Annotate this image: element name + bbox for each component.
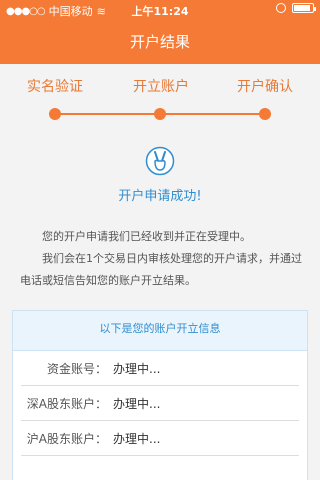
info-row-shanghai-a: 沪A股东账户： 办理中... [21, 421, 299, 456]
step-progress: 实名验证 开立账户 开户确认 [0, 64, 320, 134]
info-row-partial [21, 456, 299, 480]
info-row-shenzhen-a: 深A股东账户： 办理中... [21, 386, 299, 421]
victory-hand-icon [145, 146, 175, 176]
step-label-confirm: 开户确认 [237, 79, 293, 95]
status-bar: ●●●○○ 中国移动 ≋ 上午11:24 [0, 0, 320, 20]
info-label: 沪A股东账户： [26, 431, 107, 446]
battery-icon [292, 3, 316, 13]
info-value: 办理中... [113, 431, 161, 446]
description-review: 我们会在1个交易日内审核处理您的开户请求，并通过电话或短信告知您的账户开立结果。 [20, 252, 302, 287]
alarm-icon [276, 3, 286, 13]
status-time: 上午11:24 [131, 5, 189, 18]
step-label-verify: 实名验证 [27, 79, 83, 95]
account-info-panel: 以下是您的账户开立信息 资金账号： 办理中... 深A股东账户： 办理中... … [12, 310, 308, 480]
step-dot-3 [259, 108, 271, 120]
info-row-fund-account: 资金账号： 办理中... [21, 351, 299, 386]
success-message: 开户申请成功! [118, 189, 202, 204]
step-dot-2 [154, 108, 166, 120]
info-label: 深A股东账户： [26, 396, 107, 411]
nav-bar: 开户结果 [0, 20, 320, 64]
step-dot-1 [49, 108, 61, 120]
step-label-open: 开立账户 [133, 79, 189, 95]
info-value: 办理中... [113, 361, 161, 376]
info-label: 资金账号： [46, 361, 107, 376]
description-received: 您的开户申请我们已经收到并正在受理中。 [42, 230, 251, 243]
info-value: 办理中... [113, 396, 161, 411]
status-right [276, 3, 316, 13]
account-info-header: 以下是您的账户开立信息 [13, 311, 307, 351]
page-title: 开户结果 [129, 33, 190, 51]
